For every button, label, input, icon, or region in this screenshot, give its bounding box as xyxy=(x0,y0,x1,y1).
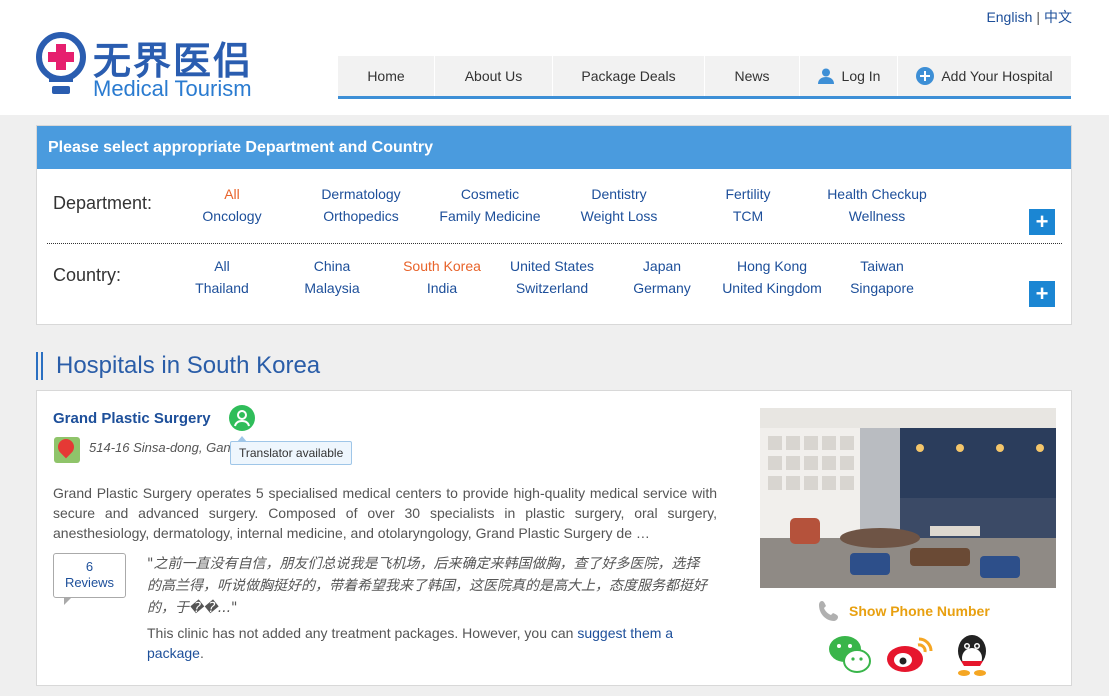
reviews-count: 6 xyxy=(85,559,94,574)
nav-add-hospital-label: Add Your Hospital xyxy=(941,68,1053,84)
lang-separator: | xyxy=(1036,9,1040,25)
department-option[interactable]: Fertility xyxy=(688,186,808,202)
department-label: Department: xyxy=(53,193,153,213)
nav-about-us[interactable]: About Us xyxy=(435,56,553,96)
department-option[interactable]: Weight Loss xyxy=(559,208,679,224)
country-option[interactable]: Hong Kong xyxy=(712,258,832,274)
department-option[interactable]: TCM xyxy=(688,208,808,224)
plus-circle-icon xyxy=(916,67,935,85)
country-option[interactable]: United Kingdom xyxy=(712,280,832,296)
wechat-icon[interactable] xyxy=(827,631,873,677)
country-option[interactable]: Malaysia xyxy=(272,280,392,296)
country-option[interactable]: United States xyxy=(492,258,612,274)
country-option[interactable]: Thailand xyxy=(162,280,282,296)
hospital-photo[interactable] xyxy=(760,408,1056,588)
country-label: Country: xyxy=(53,265,122,285)
department-more-button[interactable]: + xyxy=(1029,209,1055,235)
lang-chinese-link[interactable]: 中文 xyxy=(1044,9,1072,25)
reviews-label: Reviews xyxy=(64,575,115,590)
hospital-address: 514-16 Sinsa-dong, Gan xyxy=(89,440,231,455)
translator-tooltip: Translator available xyxy=(230,436,353,465)
nav-news-label: News xyxy=(734,68,770,84)
show-phone-button[interactable]: Show Phone Number xyxy=(817,599,990,623)
filter-panel: Please select appropriate Department and… xyxy=(36,125,1072,325)
country-option[interactable]: China xyxy=(272,258,392,274)
department-option[interactable]: All xyxy=(172,186,292,202)
logo-bulb-icon xyxy=(36,32,86,94)
department-option[interactable]: Dentistry xyxy=(559,186,679,202)
no-packages-message: This clinic has not added any treatment … xyxy=(147,623,707,663)
section-title: Hospitals in South Korea xyxy=(36,352,320,380)
nav-about-label: About Us xyxy=(464,68,523,84)
nav-home[interactable]: Home xyxy=(338,56,435,96)
no-packages-text: This clinic has not added any treatment … xyxy=(147,625,574,641)
qq-icon[interactable] xyxy=(949,631,995,677)
no-packages-end: . xyxy=(199,645,204,661)
country-option[interactable]: Taiwan xyxy=(822,258,942,274)
top-header: English | 中文 无界医侣 Medical Tourism Home Abo… xyxy=(0,0,1109,115)
nav-log-in[interactable]: Log In xyxy=(800,56,898,96)
lang-english-link[interactable]: English xyxy=(986,9,1032,25)
nav-home-label: Home xyxy=(367,68,405,84)
nav-login-label: Log In xyxy=(841,68,881,84)
nav-package-deals[interactable]: Package Deals xyxy=(553,56,705,96)
department-option[interactable]: Dermatology xyxy=(301,186,421,202)
country-option[interactable]: Japan xyxy=(602,258,722,274)
hospital-name-link[interactable]: Grand Plastic Surgery xyxy=(53,410,211,427)
weibo-icon[interactable] xyxy=(885,631,933,677)
reviews-badge[interactable]: 6 Reviews xyxy=(53,553,126,605)
hospital-description: Grand Plastic Surgery operates 5 special… xyxy=(53,485,717,541)
country-option[interactable]: All xyxy=(162,258,282,274)
country-option[interactable]: South Korea xyxy=(382,258,502,274)
nav-news[interactable]: News xyxy=(705,56,800,96)
language-switcher: English | 中文 xyxy=(986,7,1072,27)
map-pin-icon[interactable] xyxy=(54,435,80,463)
user-icon xyxy=(817,67,835,85)
logo-english-text: Medical Tourism xyxy=(93,76,252,101)
department-option[interactable]: Health Checkup xyxy=(817,186,937,202)
nav-packages-label: Package Deals xyxy=(581,68,676,84)
site-logo[interactable]: 无界医侣 Medical Tourism xyxy=(35,30,265,105)
country-option[interactable]: India xyxy=(382,280,502,296)
filter-header: Please select appropriate Department and… xyxy=(37,126,1071,169)
country-option[interactable]: Switzerland xyxy=(492,280,612,296)
filter-divider xyxy=(47,243,1062,244)
department-option[interactable]: Oncology xyxy=(172,208,292,224)
department-option[interactable]: Orthopedics xyxy=(301,208,421,224)
review-quote: "之前一直没有自信，朋友们总说我是飞机场，后来确定来韩国做胸，查了好多医院，选择… xyxy=(147,556,707,616)
department-option[interactable]: Cosmetic xyxy=(430,186,550,202)
country-option[interactable]: Singapore xyxy=(822,280,942,296)
country-option[interactable]: Germany xyxy=(602,280,722,296)
show-phone-label: Show Phone Number xyxy=(849,603,990,619)
department-option[interactable]: Family Medicine xyxy=(430,208,550,224)
phone-icon xyxy=(817,599,841,623)
country-more-button[interactable]: + xyxy=(1029,281,1055,307)
department-option[interactable]: Wellness xyxy=(817,208,937,224)
translator-icon[interactable] xyxy=(229,405,255,431)
hospital-card: Grand Plastic Surgery 514-16 Sinsa-dong,… xyxy=(36,390,1072,686)
main-nav: Home About Us Package Deals News Log In … xyxy=(338,56,1071,99)
nav-add-hospital[interactable]: Add Your Hospital xyxy=(898,56,1071,96)
